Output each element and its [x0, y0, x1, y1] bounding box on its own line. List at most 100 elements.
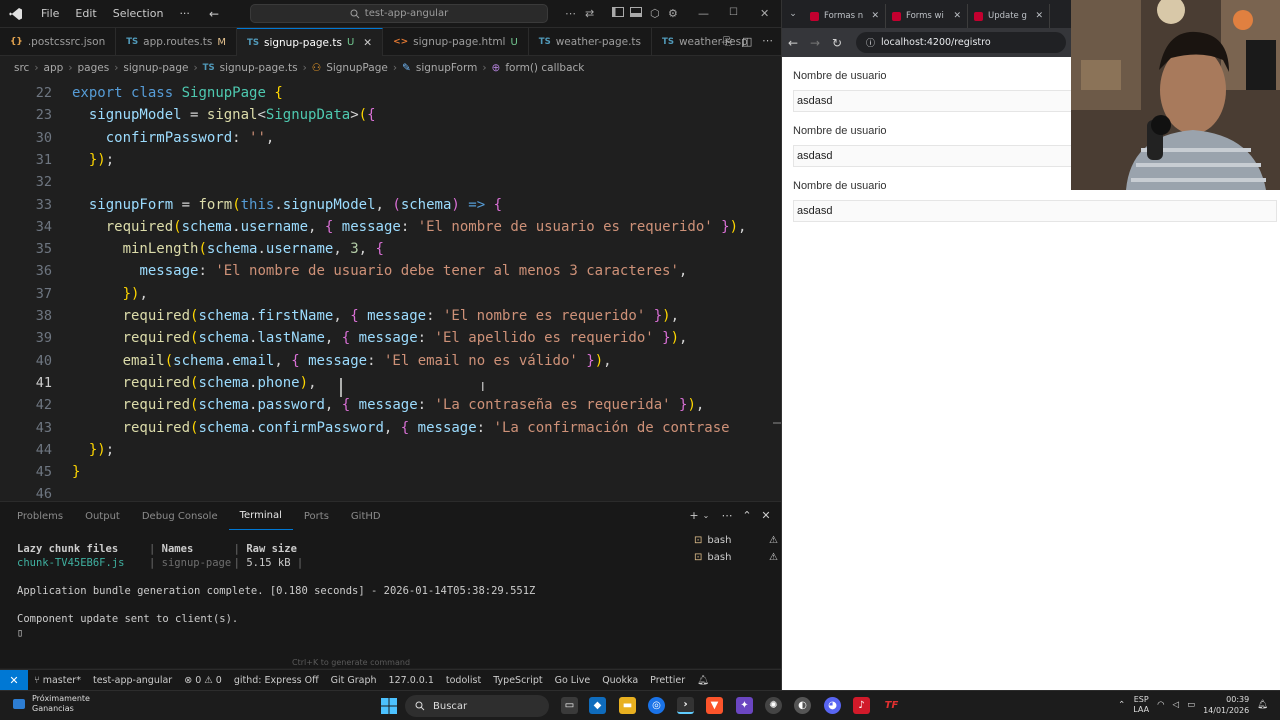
- openai-icon[interactable]: ✺: [765, 697, 782, 714]
- remote-icon[interactable]: ✕: [0, 669, 28, 691]
- terminal-item[interactable]: ⊡ bash ⚠: [694, 549, 778, 566]
- username-input[interactable]: asdasd: [793, 200, 1277, 222]
- notifications-icon[interactable]: 🔔︎: [1257, 700, 1268, 710]
- split-editor-icon[interactable]: ⎘: [723, 35, 732, 49]
- command-center-search[interactable]: test-app-angular: [250, 4, 548, 23]
- code-line[interactable]: 40 email(schema.email, { message: 'El em…: [0, 350, 781, 372]
- code-line[interactable]: 39 required(schema.lastName, { message: …: [0, 327, 781, 349]
- code-line[interactable]: 41 required(schema.phone),: [0, 372, 781, 394]
- app-icon[interactable]: ✦: [736, 697, 753, 714]
- github-icon[interactable]: ◐: [794, 697, 811, 714]
- menu-selection[interactable]: Selection: [105, 7, 172, 20]
- terminal-item[interactable]: ⊡ bash ⚠: [694, 532, 778, 549]
- language-mode[interactable]: TypeScript: [487, 675, 548, 686]
- git-branch[interactable]: ⑂ master*: [28, 675, 87, 686]
- code-line[interactable]: 43 required(schema.confirmPassword, { me…: [0, 417, 781, 439]
- toggle-sidebar-icon[interactable]: [612, 7, 626, 21]
- tab-debug-console[interactable]: Debug Console: [131, 502, 229, 530]
- terminal-app-icon[interactable]: ›: [677, 697, 694, 714]
- more-actions-icon[interactable]: ⋯: [762, 34, 773, 47]
- code-line[interactable]: 34 required(schema.username, { message: …: [0, 216, 781, 238]
- problems-count[interactable]: ⊗ 0 ⚠ 0: [178, 675, 228, 686]
- tab-weather-page[interactable]: TS weather-page.ts: [529, 28, 653, 56]
- tab-postcssrc[interactable]: {} .postcssrc.json: [0, 28, 117, 56]
- tab-signup-page-html[interactable]: <> signup-page.html U: [383, 28, 529, 56]
- windows-start-icon[interactable]: [381, 698, 397, 714]
- forward-icon[interactable]: →: [804, 36, 826, 50]
- tab-search-icon[interactable]: ⌄: [782, 9, 804, 19]
- prettier[interactable]: Prettier: [644, 675, 691, 686]
- githd-status[interactable]: githd: Express Off: [228, 675, 325, 686]
- code-line[interactable]: 30 confirmPassword: '',: [0, 127, 781, 149]
- crumb-pages[interactable]: pages: [78, 62, 110, 74]
- brave-icon[interactable]: ▼: [706, 697, 723, 714]
- bell-icon[interactable]: 🔔︎: [691, 675, 715, 686]
- input-language[interactable]: ESP LAA: [1133, 695, 1149, 715]
- code-line[interactable]: 23 signupModel = signal<SignupData>({: [0, 104, 781, 126]
- code-line[interactable]: 32: [0, 171, 781, 193]
- crumb-signup-folder[interactable]: signup-page: [123, 62, 188, 74]
- crumb-app[interactable]: app: [44, 62, 64, 74]
- extension-icon[interactable]: ⬡: [650, 7, 664, 21]
- weather-widget[interactable]: Próximamente Ganancias: [12, 694, 90, 714]
- code-line[interactable]: 33 signupForm = form(this.signupModel, (…: [0, 194, 781, 216]
- server-address[interactable]: 127.0.0.1: [383, 675, 440, 686]
- more-icon[interactable]: ⋯: [721, 510, 733, 522]
- task-view-icon[interactable]: ▭: [561, 697, 578, 714]
- volume-icon[interactable]: ◁: [1173, 700, 1180, 710]
- taskbar-search[interactable]: Buscar: [405, 695, 549, 717]
- close-tab-icon[interactable]: ✕: [871, 11, 879, 21]
- tab-problems[interactable]: Problems: [6, 502, 74, 530]
- close-tab-icon[interactable]: ✕: [363, 37, 372, 49]
- code-line[interactable]: 31 });: [0, 149, 781, 171]
- maximize-icon[interactable]: ☐: [729, 7, 743, 21]
- browser-tab[interactable]: Formas n ✕: [804, 4, 886, 28]
- browser-tab[interactable]: Update g ✕: [968, 4, 1050, 28]
- code-line[interactable]: 38 required(schema.firstName, { message:…: [0, 305, 781, 327]
- crumb-callback[interactable]: form() callback: [505, 62, 584, 74]
- menu-edit[interactable]: Edit: [67, 7, 104, 20]
- copilot-icon[interactable]: ◆: [589, 697, 606, 714]
- settings-gear-icon[interactable]: ⚙: [668, 7, 682, 21]
- back-arrow-icon[interactable]: ←: [209, 7, 223, 21]
- tf-app-icon[interactable]: TF: [883, 697, 900, 714]
- browser-tab[interactable]: Forms wi ✕: [886, 4, 968, 28]
- maximize-panel-icon[interactable]: ⌃: [741, 510, 753, 522]
- tab-githd[interactable]: GitHD: [340, 502, 392, 530]
- close-tab-icon[interactable]: ✕: [1035, 11, 1043, 21]
- code-line[interactable]: 22 export class SignupPage {: [0, 82, 781, 104]
- workspace-name[interactable]: test-app-angular: [87, 675, 178, 686]
- tab-app-routes[interactable]: TS app.routes.ts M: [116, 28, 238, 56]
- crumb-class[interactable]: SignupPage: [326, 62, 388, 74]
- code-line[interactable]: 46: [0, 483, 781, 500]
- wifi-icon[interactable]: ◠: [1157, 700, 1164, 710]
- chevron-down-icon[interactable]: ⌄: [700, 510, 712, 522]
- crumb-src[interactable]: src: [14, 62, 29, 74]
- compare-icon[interactable]: ⇄: [585, 7, 599, 21]
- address-bar[interactable]: ⓘ localhost:4200/registro: [856, 32, 1066, 53]
- close-window-icon[interactable]: ✕: [760, 7, 774, 21]
- git-graph[interactable]: Git Graph: [325, 675, 383, 686]
- code-line[interactable]: 36 message: 'El nombre de usuario debe t…: [0, 260, 781, 282]
- tiktok-icon[interactable]: ♪: [853, 697, 870, 714]
- tab-signup-page-ts[interactable]: TS signup-page.ts U ✕: [237, 28, 384, 56]
- close-tab-icon[interactable]: ✕: [953, 11, 961, 21]
- chrome-icon[interactable]: ◎: [648, 697, 665, 714]
- back-icon[interactable]: ←: [782, 36, 804, 50]
- file-explorer-icon[interactable]: ▬: [619, 697, 636, 714]
- reload-icon[interactable]: ↻: [826, 36, 848, 50]
- code-line[interactable]: 37 }),: [0, 283, 781, 305]
- clock[interactable]: 00:39 14/01/2026: [1203, 694, 1249, 716]
- code-line[interactable]: 42 required(schema.password, { message: …: [0, 394, 781, 416]
- go-live[interactable]: Go Live: [549, 675, 597, 686]
- tab-output[interactable]: Output: [74, 502, 131, 530]
- toggle-panel-icon[interactable]: [630, 7, 644, 21]
- minimize-icon[interactable]: —: [698, 7, 712, 21]
- menu-more[interactable]: ···: [171, 7, 198, 20]
- code-line[interactable]: 35 minLength(schema.username, 3, {: [0, 238, 781, 260]
- tray-chevron-icon[interactable]: ⌃: [1118, 700, 1125, 710]
- tab-terminal[interactable]: Terminal: [228, 502, 293, 530]
- close-panel-icon[interactable]: ✕: [760, 510, 772, 522]
- new-terminal-icon[interactable]: +: [688, 510, 700, 522]
- terminal-output[interactable]: Lazy chunk files | Names | Raw size chunk-…: [17, 542, 535, 640]
